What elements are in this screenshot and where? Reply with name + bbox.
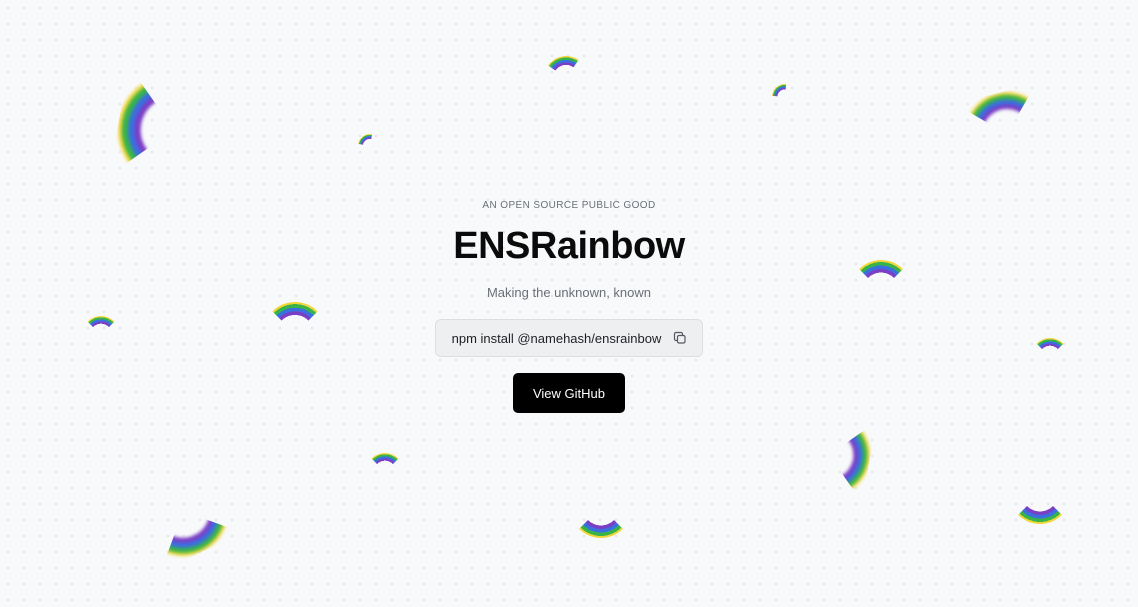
- rainbow-icon: [353, 129, 386, 162]
- rainbow-icon: [1009, 462, 1071, 524]
- rainbow-icon: [109, 65, 239, 195]
- install-command-box[interactable]: npm install @namehash/ensrainbow: [434, 319, 704, 357]
- copy-icon[interactable]: [673, 331, 687, 345]
- hero-section: AN OPEN SOURCE PUBLIC GOOD ENSRainbow Ma…: [0, 200, 1138, 413]
- page-title: ENSRainbow: [453, 225, 685, 267]
- view-github-button[interactable]: View GitHub: [512, 373, 625, 413]
- tagline: Making the unknown, known: [486, 285, 652, 300]
- rainbow-icon: [123, 451, 243, 571]
- eyebrow-text: AN OPEN SOURCE PUBLIC GOOD: [482, 200, 656, 211]
- rainbow-icon: [782, 408, 877, 503]
- rainbow-icon: [570, 476, 632, 538]
- rainbow-icon: [541, 53, 592, 104]
- rainbow-icon: [767, 79, 804, 116]
- rainbow-icon: [366, 453, 404, 472]
- rainbow-icon: [956, 83, 1059, 186]
- install-command[interactable]: npm install @namehash/ensrainbow: [452, 331, 662, 346]
